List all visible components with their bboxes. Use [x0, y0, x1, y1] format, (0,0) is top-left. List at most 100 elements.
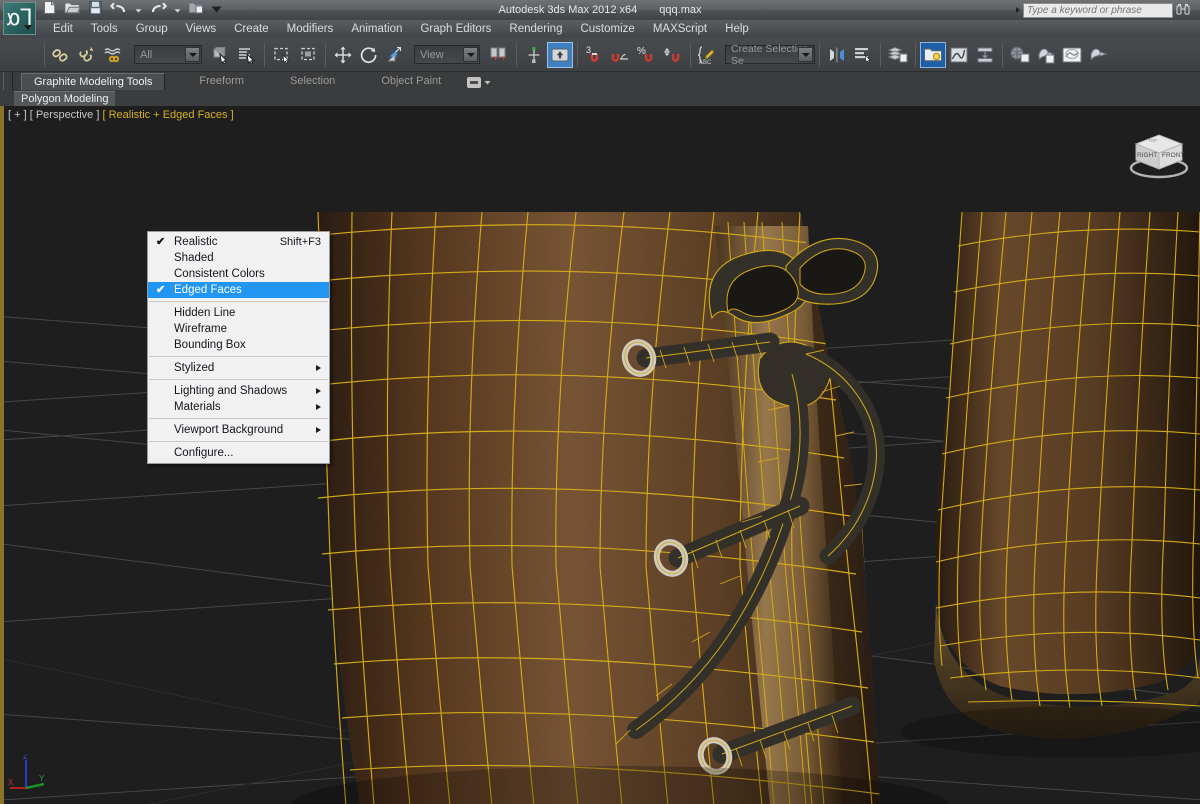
- menu-maxscript[interactable]: MAXScript: [644, 20, 716, 38]
- menu-item-label: Lighting and Shadows: [174, 385, 288, 397]
- viewport-label-view[interactable]: [ Perspective ]: [30, 109, 100, 121]
- undo-icon[interactable]: [109, 1, 128, 20]
- menu-item-lighting-and-shadows[interactable]: Lighting and Shadows: [148, 383, 329, 399]
- open-file-icon[interactable]: [64, 0, 81, 20]
- undo-dropdown-icon[interactable]: [135, 1, 142, 19]
- select-and-move-icon[interactable]: [330, 42, 356, 68]
- ribbon-minimize-icon[interactable]: [467, 74, 493, 90]
- chevron-down-icon[interactable]: [798, 47, 813, 62]
- toolbar-separator: [880, 42, 881, 67]
- menu-item-shaded[interactable]: Shaded: [148, 250, 329, 266]
- menu-views[interactable]: Views: [177, 20, 225, 38]
- bind-to-space-warp-icon[interactable]: [101, 42, 127, 68]
- save-icon[interactable]: [88, 0, 103, 20]
- quick-access-toolbar: [42, 0, 222, 20]
- menu-item-consistent-colors[interactable]: Consistent Colors: [148, 266, 329, 282]
- menu-item-label: Bounding Box: [174, 339, 246, 351]
- menu-item-configure[interactable]: Configure...: [148, 445, 329, 461]
- menu-item-edged-faces[interactable]: ✔ Edged Faces: [148, 282, 329, 298]
- edit-named-selection-sets-icon[interactable]: ABC: [695, 42, 721, 68]
- menu-customize[interactable]: Customize: [571, 20, 643, 38]
- 3ds-max-window: Autodesk 3ds Max 2012 x64 qqq.max Edit To…: [0, 0, 1200, 804]
- redo-icon[interactable]: [149, 1, 168, 20]
- spinner-snap-toggle-icon[interactable]: [660, 42, 686, 68]
- menu-item-realistic[interactable]: ✔ Realistic Shift+F3: [148, 234, 329, 250]
- menu-edit[interactable]: Edit: [44, 20, 82, 38]
- menu-item-materials[interactable]: Materials: [148, 399, 329, 415]
- toolbar-separator: [819, 42, 820, 67]
- schematic-view-icon[interactable]: [972, 42, 998, 68]
- named-selection-set-combo[interactable]: Create Selection Se: [725, 43, 815, 67]
- unlink-selection-icon[interactable]: [75, 42, 101, 68]
- menu-item-viewport-background[interactable]: Viewport Background: [148, 422, 329, 438]
- menu-group[interactable]: Group: [127, 20, 177, 38]
- menu-graph-editors[interactable]: Graph Editors: [411, 20, 500, 38]
- main-toolbar: All View 3 % ABC Create Selection Se: [0, 38, 1200, 72]
- ribbon-tab-object-paint[interactable]: Object Paint: [369, 73, 453, 90]
- align-icon[interactable]: [850, 42, 876, 68]
- menu-item-label: Shaded: [174, 252, 214, 264]
- selection-filter-combo[interactable]: All: [134, 45, 202, 64]
- perspective-viewport[interactable]: [ + ] [ Perspective ] [ Realistic + Edge…: [0, 106, 1200, 804]
- new-file-icon[interactable]: [42, 0, 57, 20]
- viewport-label-shading[interactable]: [ Realistic + Edged Faces ]: [102, 109, 233, 121]
- menu-rendering[interactable]: Rendering: [500, 20, 571, 38]
- select-and-link-icon[interactable]: [49, 42, 75, 68]
- menu-create[interactable]: Create: [225, 20, 278, 38]
- viewport-label-plus[interactable]: [ + ]: [8, 109, 27, 121]
- menu-item-wireframe[interactable]: Wireframe: [148, 321, 329, 337]
- menu-modifiers[interactable]: Modifiers: [278, 20, 343, 38]
- scene-explorer-icon[interactable]: [920, 41, 946, 68]
- logo-dropdown-caret-icon[interactable]: [24, 25, 32, 30]
- set-project-folder-icon[interactable]: [188, 0, 204, 20]
- svg-text:TOP: TOP: [1148, 138, 1157, 143]
- menu-help[interactable]: Help: [716, 20, 758, 38]
- search-expand-icon[interactable]: [1016, 7, 1020, 13]
- submenu-arrow-icon: [316, 427, 321, 433]
- view-cube[interactable]: RIGHT FRONT TOP: [1126, 122, 1192, 180]
- ribbon-grip[interactable]: [3, 72, 13, 90]
- rendered-frame-window-icon[interactable]: [1059, 42, 1085, 68]
- ribbon-tab-graphite-modeling-tools[interactable]: Graphite Modeling Tools: [21, 73, 166, 90]
- application-menu-button[interactable]: Γα: [3, 2, 36, 35]
- use-selection-center-icon[interactable]: [547, 41, 573, 68]
- render-setup-icon[interactable]: [1033, 42, 1059, 68]
- snaps-toggle-icon[interactable]: 3: [582, 42, 608, 68]
- chevron-down-icon[interactable]: [185, 47, 200, 62]
- curve-editor-icon[interactable]: [946, 42, 972, 68]
- viewport-shading-menu[interactable]: ✔ Realistic Shift+F3 Shaded Consistent C…: [147, 231, 330, 464]
- material-editor-icon[interactable]: [1007, 42, 1033, 68]
- select-and-manipulate-icon[interactable]: [521, 42, 547, 68]
- window-crossing-icon[interactable]: [295, 42, 321, 68]
- select-by-name-icon[interactable]: [234, 42, 260, 68]
- app-title: Autodesk 3ds Max 2012 x64: [498, 4, 638, 16]
- percent-snap-toggle-icon[interactable]: %: [634, 42, 660, 68]
- use-pivot-point-center-icon[interactable]: [486, 42, 512, 68]
- select-and-rotate-icon[interactable]: [356, 42, 382, 68]
- menu-animation[interactable]: Animation: [342, 20, 411, 38]
- menu-item-stylized[interactable]: Stylized: [148, 360, 329, 376]
- mirror-icon[interactable]: [824, 42, 850, 68]
- ribbon-panel-polygon-modeling[interactable]: Polygon Modeling: [14, 90, 116, 106]
- ribbon-panel-label: Polygon Modeling: [21, 92, 109, 105]
- qat-dropdown-icon[interactable]: [211, 1, 222, 19]
- menu-bar: Edit Tools Group Views Create Modifiers …: [0, 20, 1200, 38]
- layer-manager-icon[interactable]: [885, 42, 911, 68]
- select-object-icon[interactable]: [208, 42, 234, 68]
- rectangular-selection-region-icon[interactable]: [269, 42, 295, 68]
- viewport-label[interactable]: [ + ] [ Perspective ] [ Realistic + Edge…: [8, 109, 234, 121]
- check-icon: ✔: [156, 284, 166, 296]
- menu-item-bounding-box[interactable]: Bounding Box: [148, 337, 329, 353]
- menu-tools[interactable]: Tools: [82, 20, 127, 38]
- menu-item-hidden-line[interactable]: Hidden Line: [148, 305, 329, 321]
- chevron-down-icon[interactable]: [463, 47, 478, 62]
- ribbon-tab-selection[interactable]: Selection: [278, 73, 347, 90]
- binoculars-icon[interactable]: [1176, 3, 1190, 17]
- angle-snap-toggle-icon[interactable]: [608, 42, 634, 68]
- redo-dropdown-icon[interactable]: [174, 1, 181, 19]
- render-production-icon[interactable]: [1085, 42, 1111, 68]
- reference-coordinate-system-combo[interactable]: View: [414, 45, 480, 64]
- select-and-scale-icon[interactable]: [382, 42, 408, 68]
- search-input[interactable]: [1023, 2, 1173, 18]
- ribbon-tab-freeform[interactable]: Freeform: [187, 73, 256, 90]
